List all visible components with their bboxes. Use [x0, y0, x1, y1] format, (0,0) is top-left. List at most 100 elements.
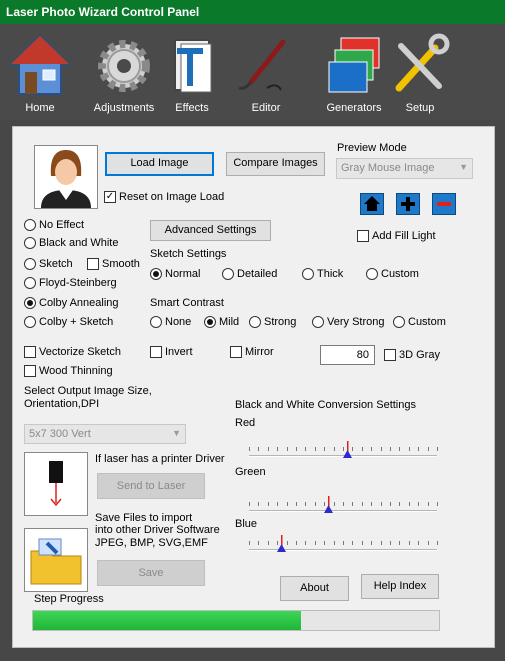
- slider-tick: [381, 447, 382, 451]
- send-to-laser-button[interactable]: Send to Laser: [97, 473, 205, 499]
- chevron-down-icon: ▼: [459, 162, 468, 172]
- contrast-custom-radio[interactable]: Custom: [393, 316, 446, 328]
- house-icon: [8, 34, 72, 95]
- add-fill-light-checkbox[interactable]: Add Fill Light: [357, 230, 436, 242]
- effect-black-white-radio[interactable]: Black and White: [24, 237, 118, 249]
- portrait-icon: [41, 150, 91, 208]
- toolbar-setup-button[interactable]: Setup: [380, 32, 460, 118]
- slider-tick: [437, 502, 438, 506]
- effect-colby-annealing-radio[interactable]: Colby Annealing: [24, 297, 119, 309]
- sketch-option-label: Thick: [317, 268, 344, 280]
- slider-tick: [390, 502, 391, 506]
- contrast-none-radio[interactable]: None: [150, 316, 191, 328]
- help-index-button[interactable]: Help Index: [361, 574, 439, 599]
- brush-icon: [238, 39, 286, 91]
- slider-thumb[interactable]: [276, 535, 286, 553]
- checkbox-box: ✓: [104, 191, 116, 203]
- slider-tick: [315, 541, 316, 545]
- sketch-option-label: Detailed: [237, 268, 278, 280]
- laser-icon: [24, 452, 88, 516]
- zoom-out-button[interactable]: [432, 193, 456, 215]
- slider-tick: [334, 447, 335, 451]
- slider-tick: [437, 541, 438, 545]
- slider-tick: [305, 541, 306, 545]
- slider-tick: [428, 541, 429, 545]
- zoom-in-button[interactable]: [396, 193, 420, 215]
- effect-label: No Effect: [39, 219, 85, 231]
- slider-tick: [418, 447, 419, 451]
- toolbar-effects-label: Effects: [175, 102, 209, 114]
- step-progress-label: Step Progress: [34, 593, 104, 605]
- invert-checkbox[interactable]: Invert: [150, 346, 193, 358]
- preview-mode-select[interactable]: Gray Mouse Image ▼: [336, 158, 473, 179]
- contrast-option-label: Strong: [264, 316, 297, 328]
- chevron-down-icon: ▼: [172, 428, 181, 438]
- home-view-button[interactable]: [360, 193, 384, 215]
- slider-tick: [277, 502, 278, 506]
- checkbox-box: [357, 230, 369, 242]
- slider-tick: [381, 502, 382, 506]
- output-size-select[interactable]: 5x7 300 Vert ▼: [24, 424, 186, 444]
- compare-images-button[interactable]: Compare Images: [226, 152, 325, 176]
- window-title: Laser Photo Wizard Control Panel: [0, 0, 505, 24]
- reset-on-load-checkbox[interactable]: ✓ Reset on Image Load: [104, 191, 224, 203]
- toolbar-home-button[interactable]: Home: [0, 32, 80, 118]
- driver-label: If laser has a printer Driver: [95, 453, 225, 465]
- gray-3d-label: 3D Gray: [399, 349, 440, 361]
- sketch-normal-radio[interactable]: Normal: [150, 268, 200, 280]
- vectorize-sketch-checkbox[interactable]: Vectorize Sketch: [24, 346, 121, 358]
- gear-icon: [98, 40, 150, 92]
- gray-value-input[interactable]: 80: [320, 345, 375, 365]
- sketch-detailed-radio[interactable]: Detailed: [222, 268, 277, 280]
- slider-tick: [418, 502, 419, 506]
- toolbar-editor-button[interactable]: Editor: [226, 32, 306, 118]
- preview-mode-value: Gray Mouse Image: [341, 162, 435, 174]
- radio-circle: [24, 297, 36, 309]
- advanced-settings-button[interactable]: Advanced Settings: [150, 220, 271, 241]
- tools-icon: [395, 33, 450, 92]
- slider-tick: [409, 541, 410, 545]
- slider-thumb[interactable]: [342, 441, 352, 459]
- slider-tick: [287, 541, 288, 545]
- slider-tick: [371, 541, 372, 545]
- slider-tick: [399, 447, 400, 451]
- effect-label: Sketch: [39, 258, 73, 270]
- contrast-very-strong-radio[interactable]: Very Strong: [312, 316, 384, 328]
- wood-thinning-checkbox[interactable]: Wood Thinning: [24, 365, 113, 377]
- save-files-line3: JPEG, BMP, SVG,EMF: [95, 537, 208, 549]
- contrast-mild-radio[interactable]: Mild: [204, 316, 239, 328]
- smooth-checkbox[interactable]: Smooth: [87, 258, 140, 270]
- radio-circle: [24, 219, 36, 231]
- effect-label: Colby Annealing: [39, 297, 119, 309]
- slider-tick: [428, 447, 429, 451]
- about-button[interactable]: About: [280, 576, 349, 601]
- slider-tick: [249, 502, 250, 506]
- slider-tick: [287, 502, 288, 506]
- effect-sketch-radio[interactable]: Sketch: [24, 258, 73, 270]
- sketch-thick-radio[interactable]: Thick: [302, 268, 343, 280]
- toolbar: Home Adjustments Effects Editor Generato…: [0, 24, 505, 120]
- folder-icon: [24, 528, 88, 592]
- slider-tick: [334, 502, 335, 506]
- slider-tick: [305, 447, 306, 451]
- contrast-option-label: Mild: [219, 316, 240, 328]
- slider-track: [249, 510, 437, 512]
- contrast-strong-radio[interactable]: Strong: [249, 316, 296, 328]
- slider-tick: [371, 447, 372, 451]
- sketch-settings-label: Sketch Settings: [150, 248, 227, 260]
- effect-floyd-steinberg-radio[interactable]: Floyd-Steinberg: [24, 277, 117, 289]
- bw-conversion-label: Black and White Conversion Settings: [235, 399, 416, 411]
- smooth-label: Smooth: [102, 258, 140, 270]
- save-button[interactable]: Save: [97, 560, 205, 586]
- toolbar-effects-button[interactable]: Effects: [152, 32, 232, 118]
- gray-3d-checkbox[interactable]: 3D Gray: [384, 349, 440, 361]
- effect-colby-sketch-radio[interactable]: Colby + Sketch: [24, 316, 113, 328]
- slider-tick: [343, 502, 344, 506]
- mirror-checkbox[interactable]: Mirror: [230, 346, 274, 358]
- slider-tick: [268, 447, 269, 451]
- radio-circle: [150, 268, 162, 280]
- slider-thumb[interactable]: [323, 496, 333, 514]
- effect-no-effect-radio[interactable]: No Effect: [24, 219, 84, 231]
- load-image-button[interactable]: Load Image: [105, 152, 214, 176]
- sketch-custom-radio[interactable]: Custom: [366, 268, 419, 280]
